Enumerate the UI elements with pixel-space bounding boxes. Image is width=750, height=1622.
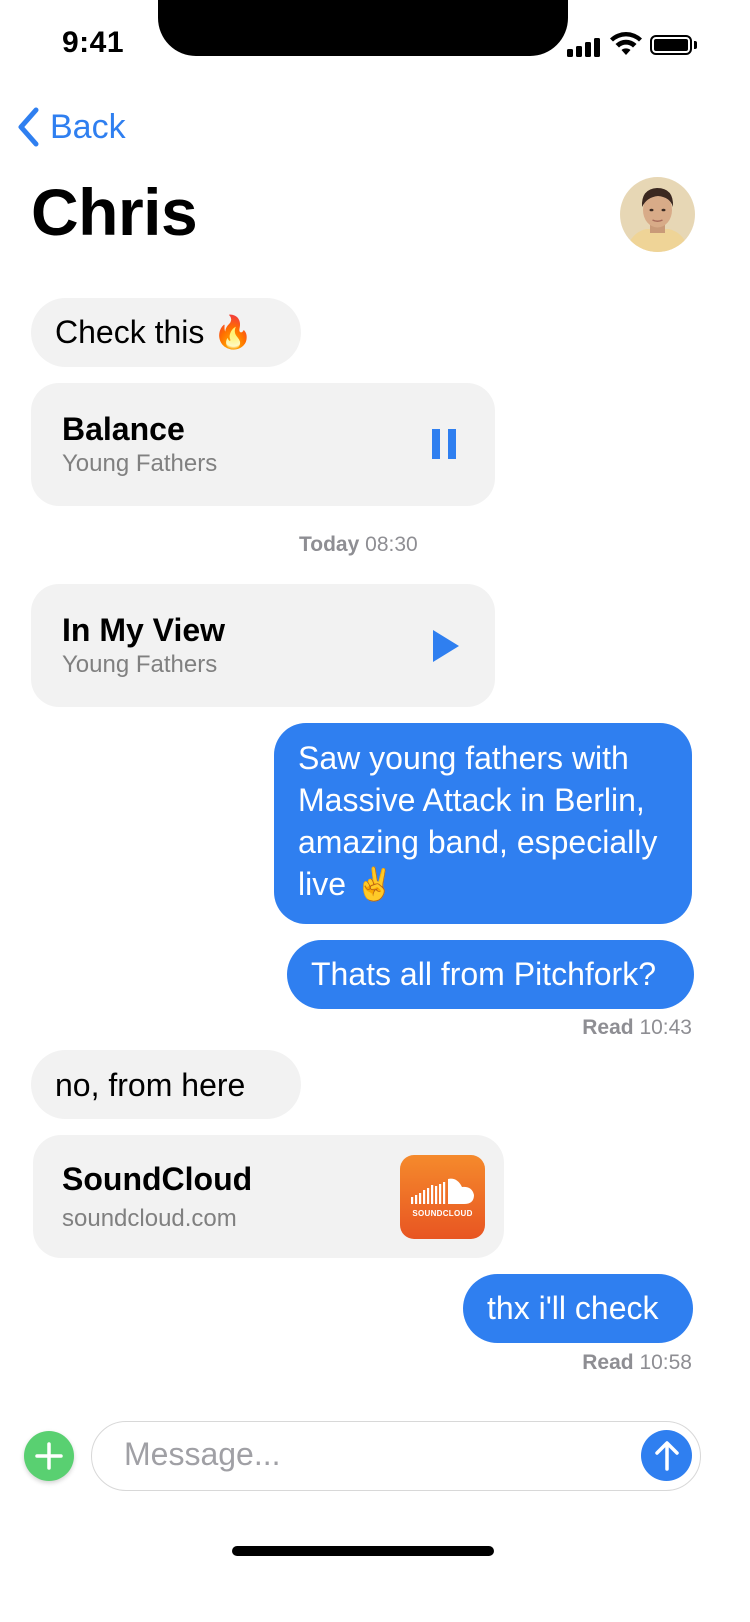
message-text: Thats all from Pitchfork? (311, 956, 656, 992)
battery-icon (650, 35, 692, 55)
read-receipt: Read 10:43 (582, 1016, 692, 1040)
link-domain: soundcloud.com (62, 1205, 237, 1232)
device-notch (158, 0, 568, 56)
read-receipt: Read 10:58 (582, 1351, 692, 1375)
message-text: Check this 🔥 (55, 314, 254, 350)
soundcloud-logo-text: SOUNDCLOUD (412, 1209, 473, 1218)
contact-name-title: Chris (31, 175, 198, 249)
incoming-message-bubble: Check this 🔥 (31, 298, 301, 367)
avatar-photo (620, 177, 695, 252)
soundcloud-cloud-icon (411, 1178, 474, 1204)
plus-icon (35, 1442, 63, 1470)
send-button[interactable] (641, 1430, 692, 1481)
battery-tip (694, 41, 697, 49)
track-title: Balance (62, 411, 185, 447)
play-icon[interactable] (431, 630, 459, 662)
message-text: Saw young fathers with Massive Attack in… (298, 740, 658, 902)
status-time: 9:41 (62, 26, 125, 59)
home-indicator[interactable] (232, 1546, 494, 1556)
audio-track-card[interactable]: Balance Young Fathers (31, 383, 495, 506)
read-label: Read (582, 1016, 634, 1039)
back-chevron-icon (18, 107, 39, 147)
read-time: 10:58 (639, 1351, 692, 1374)
link-preview-card[interactable]: SoundCloud soundcloud.com SOUNDCLOUD (33, 1135, 504, 1258)
audio-track-card[interactable]: In My View Young Fathers (31, 584, 495, 707)
contact-avatar[interactable] (620, 177, 695, 252)
cellular-signal-icon (567, 37, 600, 57)
read-time: 10:43 (639, 1016, 692, 1039)
read-label: Read (582, 1351, 634, 1374)
message-text: no, from here (55, 1067, 246, 1103)
send-arrow-icon (654, 1440, 679, 1471)
track-title: In My View (62, 612, 226, 648)
message-input-placeholder: Message... (124, 1436, 281, 1472)
outgoing-message-bubble: Saw young fathers with Massive Attack in… (274, 723, 692, 924)
timestamp-day: Today (299, 533, 360, 556)
track-artist: Young Fathers (62, 651, 218, 678)
outgoing-message-bubble: thx i'll check (463, 1274, 693, 1343)
back-label: Back (50, 107, 126, 146)
incoming-message-bubble: no, from here (31, 1050, 301, 1119)
outgoing-message-bubble: Thats all from Pitchfork? (287, 940, 694, 1009)
pause-icon[interactable] (432, 429, 458, 459)
back-button[interactable]: Back (16, 106, 126, 148)
link-title: SoundCloud (62, 1161, 253, 1197)
wifi-icon (610, 32, 642, 55)
timestamp: Today 08:30 (299, 533, 418, 557)
track-artist: Young Fathers (62, 450, 218, 477)
timestamp-time: 08:30 (365, 533, 418, 556)
soundcloud-logo-icon: SOUNDCLOUD (400, 1155, 485, 1239)
message-text: thx i'll check (487, 1290, 659, 1326)
add-attachment-button[interactable] (24, 1431, 74, 1481)
